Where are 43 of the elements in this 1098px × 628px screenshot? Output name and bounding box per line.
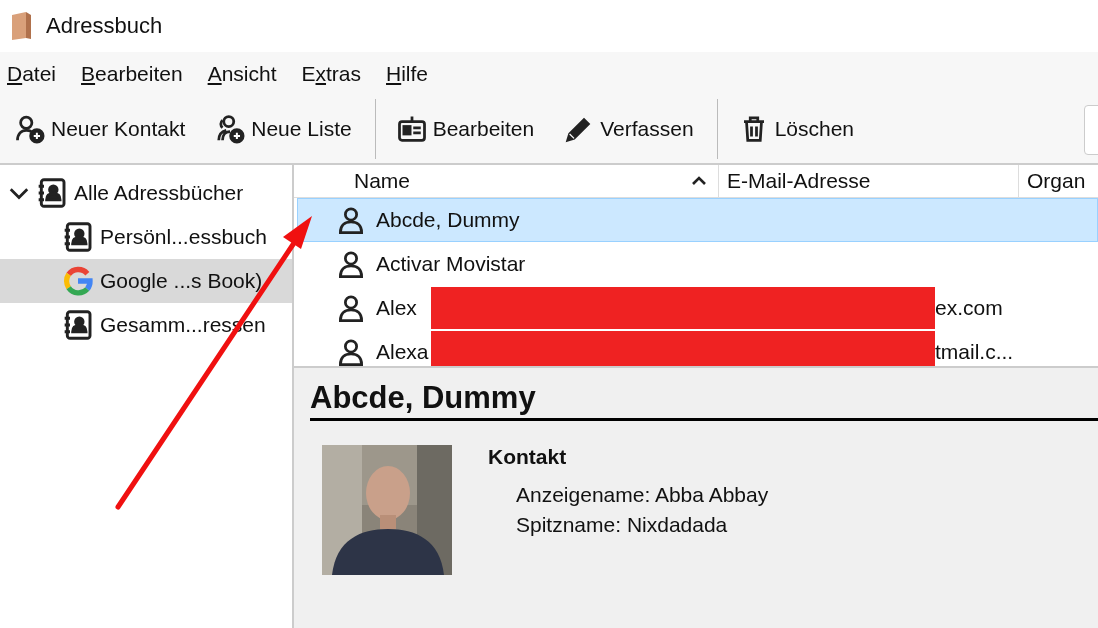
person-icon [336, 293, 366, 323]
contact-field: Spitzname: Nixdadada [488, 513, 769, 537]
contact-row[interactable]: Alexa tmail.c... [297, 330, 1098, 366]
contact-field: Anzeigename: Abba Abbay [488, 483, 769, 507]
contact-email: tmail.c... [935, 340, 1014, 364]
contact-email: ex.com [935, 296, 1003, 320]
google-icon [62, 265, 94, 297]
person-icon [336, 249, 366, 279]
tree-item[interactable]: Persönl...essbuch [0, 215, 292, 259]
contact-name: Abcde, Dummy [376, 208, 520, 232]
toolbar-button[interactable]: Verfassen [561, 108, 697, 150]
address-book-icon [62, 309, 94, 341]
contact-heading: Abcde, Dummy [310, 380, 1098, 421]
contact-row[interactable]: Activar Movistar [297, 242, 1098, 286]
people-plus-icon [215, 114, 246, 144]
contact-name: Alexa [376, 340, 429, 364]
person-plus-icon [15, 114, 45, 144]
column-header[interactable]: E-Mail-Adresse [719, 165, 1019, 197]
menu-item[interactable]: Extras [301, 61, 374, 86]
address-book-icon [36, 177, 68, 209]
section-heading: Kontakt [488, 445, 568, 469]
toolbar-button[interactable]: Neuer Kontakt [12, 108, 189, 150]
toolbar-button[interactable]: Neue Liste [212, 108, 355, 150]
menu-item[interactable]: Bearbeiten [81, 61, 195, 86]
menu-item[interactable]: Datei [7, 61, 69, 86]
person-icon [336, 337, 366, 366]
person-icon [336, 205, 366, 235]
contact-name: Activar Movistar [376, 252, 526, 276]
contact-row[interactable]: Alex ex.com [297, 286, 1098, 330]
tree-item[interactable]: Google ...s Book) [0, 259, 292, 303]
tree-item[interactable]: Alle Adressbücher [0, 171, 292, 215]
toolbar-button[interactable]: Bearbeiten [393, 108, 538, 150]
menu-item[interactable]: Hilfe [386, 61, 441, 86]
column-header[interactable]: Organ [1019, 165, 1098, 197]
column-header[interactable]: Name [294, 165, 719, 197]
book-icon [10, 11, 34, 41]
contact-row[interactable]: Abcde, Dummy [297, 198, 1098, 242]
contact-name: Alex [376, 296, 417, 320]
window-title: Adressbuch [46, 13, 163, 39]
menu-item[interactable]: Ansicht [207, 61, 289, 86]
contact-card-icon [396, 114, 427, 144]
address-book-icon [62, 221, 94, 253]
toolbar-button[interactable]: Löschen [735, 108, 858, 150]
